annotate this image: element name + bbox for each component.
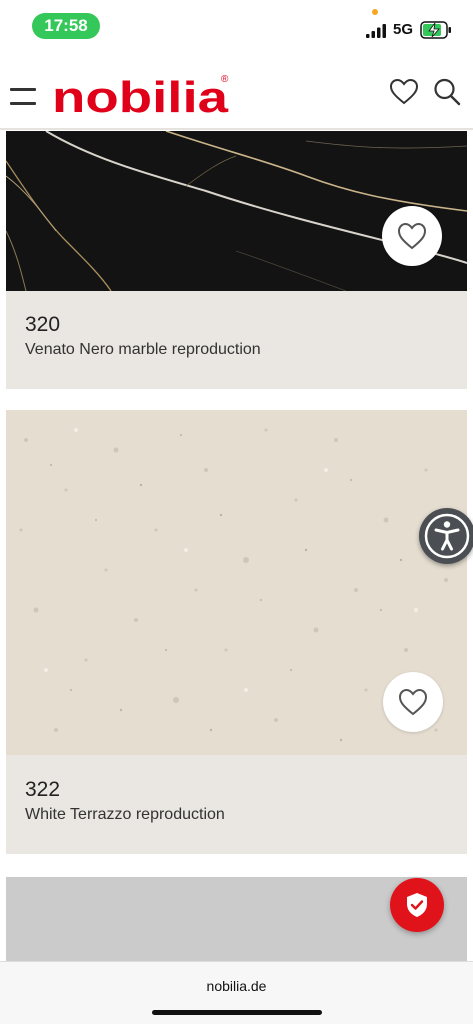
product-name: Venato Nero marble reproduction — [25, 341, 261, 358]
heart-outline-icon — [397, 222, 427, 250]
nobilia-logo[interactable]: nobilia ® — [52, 72, 234, 118]
favorite-button[interactable] — [382, 206, 442, 266]
home-indicator[interactable] — [152, 1010, 322, 1015]
product-name: White Terrazzo reproduction — [25, 806, 225, 823]
accessibility-icon — [424, 513, 470, 559]
url-text[interactable]: nobilia.de — [0, 978, 473, 994]
heart-outline-icon — [398, 688, 428, 716]
hamburger-menu-icon[interactable] — [10, 86, 38, 108]
product-card[interactable]: 322 White Terrazzo reproduction — [6, 410, 467, 854]
logo-registered-mark: ® — [221, 74, 229, 85]
card-info: 320 Venato Nero marble reproduction — [6, 291, 467, 389]
browser-address-bar[interactable]: nobilia.de — [0, 961, 473, 1024]
heart-outline-icon[interactable] — [388, 76, 420, 108]
network-type: 5G — [393, 21, 414, 38]
privacy-indicator-dot — [372, 9, 378, 15]
cellular-signal-icon — [366, 24, 386, 38]
status-bar: 17:58 5G — [0, 0, 473, 56]
battery-charging-icon — [420, 21, 451, 39]
site-header: nobilia ® — [0, 56, 473, 130]
favorite-button[interactable] — [383, 672, 443, 732]
marble-swatch-image — [6, 131, 467, 291]
search-icon[interactable] — [432, 76, 462, 108]
accessibility-button[interactable] — [419, 508, 473, 564]
product-code: 322 — [25, 778, 61, 801]
status-time: 17:58 — [32, 13, 100, 39]
product-card[interactable]: 320 Venato Nero marble reproduction — [6, 131, 467, 389]
shield-check-icon — [407, 893, 427, 917]
privacy-settings-button[interactable] — [390, 878, 444, 932]
terrazzo-swatch-image — [6, 410, 467, 755]
logo-text: nobilia — [52, 73, 229, 118]
card-info: 322 White Terrazzo reproduction — [6, 755, 467, 854]
product-code: 320 — [25, 313, 61, 336]
